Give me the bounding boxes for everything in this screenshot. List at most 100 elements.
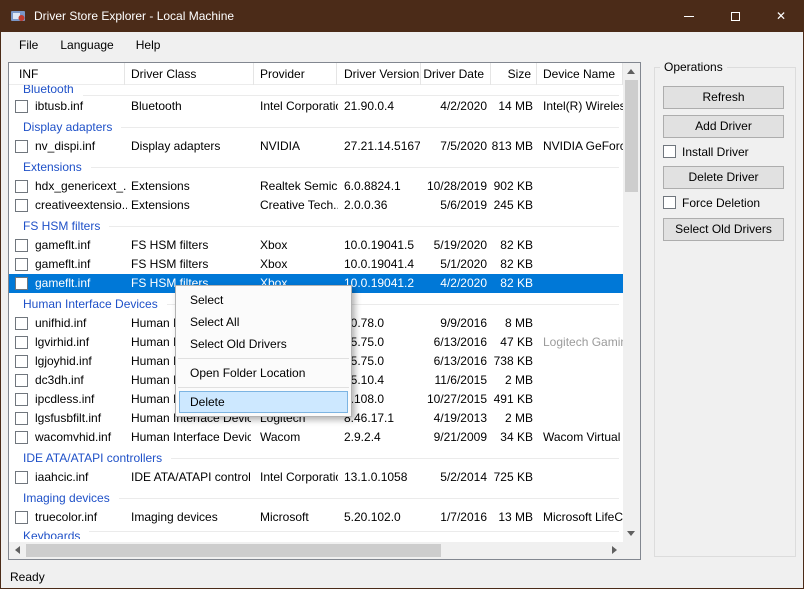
row-checkbox[interactable] — [15, 374, 28, 387]
cell-driver-class: Bluetooth — [131, 97, 251, 116]
menu-item-open-folder-location[interactable]: Open Folder Location — [176, 362, 351, 384]
row-checkbox[interactable] — [15, 317, 28, 330]
close-button[interactable]: ✕ — [758, 0, 804, 32]
table-row[interactable]: gameflt.infFS HSM filtersXbox10.0.19041.… — [9, 236, 623, 255]
row-checkbox[interactable] — [15, 393, 28, 406]
group-label: IDE ATA/ATAPI controllers — [23, 451, 162, 465]
menu-item-delete[interactable]: Delete — [179, 391, 348, 413]
row-checkbox[interactable] — [15, 180, 28, 193]
cell-inf: ibtusb.inf — [35, 97, 127, 116]
vertical-scrollbar-thumb[interactable] — [625, 80, 638, 192]
horizontal-scrollbar[interactable] — [9, 542, 623, 559]
table-row[interactable]: wacomvhid.infHuman Interface DevicesWaco… — [9, 428, 623, 447]
cell-device: Microsoft LifeCam — [543, 508, 623, 527]
table-row[interactable]: ibtusb.infBluetoothIntel Corporation21.9… — [9, 97, 623, 116]
vertical-scrollbar[interactable] — [623, 63, 640, 542]
cell-provider: Realtek Semic... — [260, 177, 338, 196]
cell-size: 13 MB — [485, 508, 533, 527]
table-row[interactable]: hdx_genericext_...ExtensionsRealtek Semi… — [9, 177, 623, 196]
group-line — [109, 226, 619, 227]
cell-device: Logitech Gaming Virtual — [543, 333, 623, 352]
cell-driver-class: Display adapters — [131, 137, 251, 156]
cell-inf: lgjoyhid.inf — [35, 352, 127, 371]
status-text: Ready — [10, 570, 45, 584]
cell-provider: Creative Tech... — [260, 196, 338, 215]
cell-driver-class: IDE ATA/ATAPI control... — [131, 468, 251, 487]
group-label: Bluetooth — [23, 85, 74, 96]
cell-provider: Intel Corporation — [260, 468, 338, 487]
column-header-driver-date[interactable]: Driver Date — [421, 63, 491, 85]
cell-provider: Intel Corporation — [260, 97, 338, 116]
operations-label: Operations — [660, 60, 727, 74]
group-header: FS HSM filters — [9, 215, 623, 236]
row-checkbox[interactable] — [15, 412, 28, 425]
row-checkbox[interactable] — [15, 199, 28, 212]
menu-item-select-all[interactable]: Select All — [176, 311, 351, 333]
window-title: Driver Store Explorer - Local Machine — [34, 9, 234, 23]
cell-date: 11/6/2015 — [409, 371, 487, 390]
menu-item-select-old-drivers[interactable]: Select Old Drivers — [176, 333, 351, 355]
group-label: Display adapters — [23, 120, 112, 134]
app-window: Driver Store Explorer - Local Machine ✕ … — [0, 0, 804, 589]
cell-inf: unifhid.inf — [35, 314, 127, 333]
cell-device — [543, 314, 623, 333]
row-checkbox[interactable] — [15, 258, 28, 271]
scroll-down-icon[interactable] — [627, 531, 635, 536]
menu-language[interactable]: Language — [49, 32, 124, 58]
scroll-right-icon[interactable] — [612, 546, 617, 554]
column-header-provider[interactable]: Provider — [254, 63, 337, 85]
refresh-button[interactable]: Refresh — [663, 86, 784, 109]
select-old-drivers-button[interactable]: Select Old Drivers — [663, 218, 784, 241]
cell-date: 4/19/2013 — [409, 409, 487, 428]
status-bar: Ready — [1, 566, 803, 588]
cell-size: 82 KB — [485, 255, 533, 274]
row-checkbox[interactable] — [15, 336, 28, 349]
title-bar[interactable]: Driver Store Explorer - Local Machine ✕ — [0, 0, 804, 32]
minimize-button[interactable] — [666, 0, 712, 32]
column-header-device-name[interactable]: Device Name — [537, 63, 623, 85]
scroll-left-icon[interactable] — [15, 546, 20, 554]
row-checkbox[interactable] — [15, 511, 28, 524]
row-checkbox[interactable] — [15, 140, 28, 153]
menu-help[interactable]: Help — [125, 32, 172, 58]
force-deletion-checkbox[interactable]: Force Deletion — [663, 195, 760, 210]
cell-size: 47 KB — [485, 333, 533, 352]
table-row[interactable]: truecolor.infImaging devicesMicrosoft5.2… — [9, 508, 623, 527]
column-header-driver-version[interactable]: Driver Version — [337, 63, 421, 85]
menu-item-select[interactable]: Select — [176, 289, 351, 311]
cell-inf: nv_dispi.inf — [35, 137, 127, 156]
row-checkbox[interactable] — [15, 431, 28, 444]
table-row[interactable]: nv_dispi.infDisplay adaptersNVIDIA27.21.… — [9, 137, 623, 156]
cell-inf: iaahcic.inf — [35, 468, 127, 487]
group-line — [83, 95, 619, 96]
scroll-up-icon[interactable] — [627, 69, 635, 74]
row-checkbox[interactable] — [15, 100, 28, 113]
table-row[interactable]: iaahcic.infIDE ATA/ATAPI control... Intel… — [9, 468, 623, 487]
column-header-driver-class[interactable]: Driver Class — [125, 63, 254, 85]
cell-size: 491 KB — [485, 390, 533, 409]
group-header: Imaging devices — [9, 487, 623, 508]
row-checkbox[interactable] — [15, 277, 28, 290]
table-row[interactable]: gameflt.infFS HSM filtersXbox10.0.19041.… — [9, 255, 623, 274]
install-driver-checkbox[interactable]: Install Driver — [663, 144, 749, 159]
row-checkbox[interactable] — [15, 239, 28, 252]
row-checkbox[interactable] — [15, 355, 28, 368]
list-header: INFDriver ClassProviderDriver VersionDri… — [9, 63, 623, 85]
cell-date: 10/28/2019 — [409, 177, 487, 196]
cell-inf: lgsfusbfilt.inf — [35, 409, 127, 428]
horizontal-scrollbar-thumb[interactable] — [26, 544, 441, 557]
row-checkbox[interactable] — [15, 471, 28, 484]
cell-device — [543, 177, 623, 196]
cell-device — [543, 409, 623, 428]
maximize-button[interactable] — [712, 0, 758, 32]
menu-file[interactable]: File — [8, 32, 49, 58]
column-header-inf[interactable]: INF — [9, 63, 125, 85]
group-header: Extensions — [9, 156, 623, 177]
add-driver-button[interactable]: Add Driver — [663, 115, 784, 138]
cell-date: 9/9/2016 — [409, 314, 487, 333]
group-label: Human Interface Devices — [23, 297, 158, 311]
table-row[interactable]: creativeextensio...ExtensionsCreative Te… — [9, 196, 623, 215]
column-header-size[interactable]: Size — [491, 63, 537, 85]
cell-inf: wacomvhid.inf — [35, 428, 127, 447]
delete-driver-button[interactable]: Delete Driver — [663, 166, 784, 189]
